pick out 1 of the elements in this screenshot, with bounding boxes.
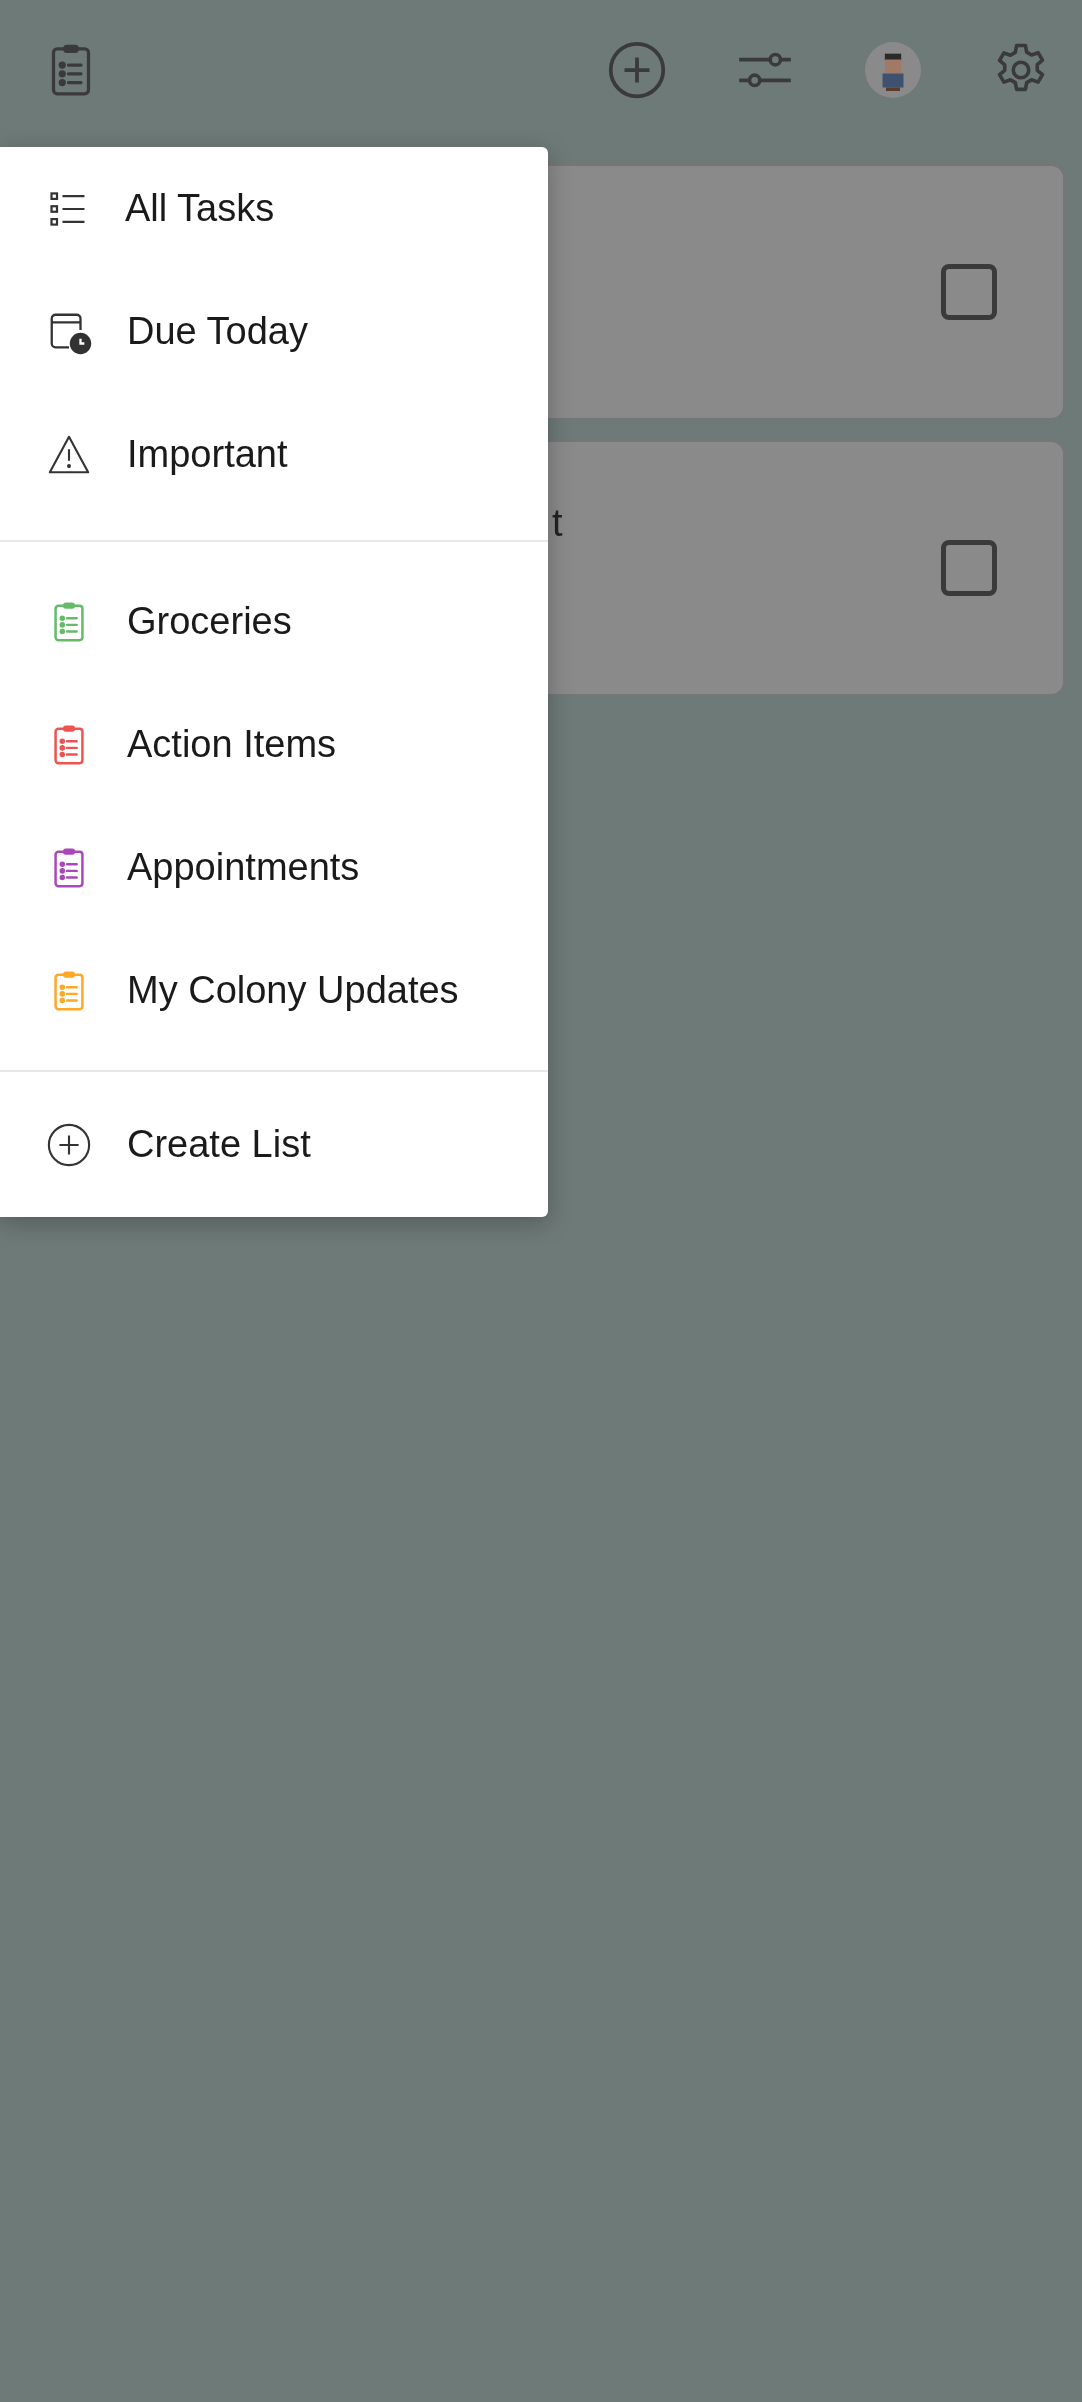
task-title: t [552, 501, 563, 545]
